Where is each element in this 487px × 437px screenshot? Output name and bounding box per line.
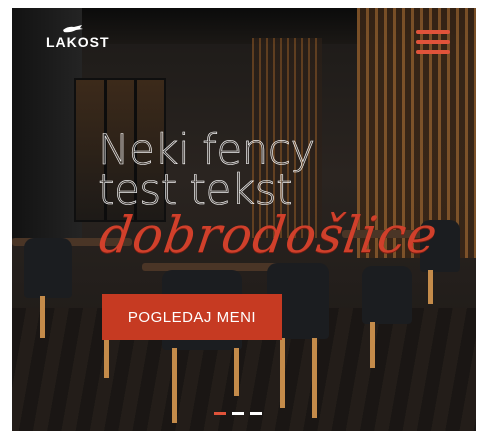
- headline-line-1: Neki fency: [98, 125, 316, 174]
- brand-name: LAKOST: [46, 34, 110, 50]
- headline-line-2: test tekst: [98, 165, 293, 214]
- chair-leg: [172, 348, 177, 423]
- chair-leg: [234, 348, 239, 396]
- chair: [24, 238, 72, 298]
- hero-script-text: dobrodošlice: [95, 206, 442, 264]
- view-menu-button[interactable]: POGLEDAJ MENI: [102, 294, 282, 340]
- slide-dot-2[interactable]: [232, 412, 244, 415]
- chair-leg: [280, 338, 285, 408]
- chair-leg: [104, 338, 109, 378]
- slide-dot-3[interactable]: [250, 412, 262, 415]
- chair-leg: [370, 322, 375, 368]
- chair: [362, 266, 412, 324]
- chair-leg: [40, 296, 45, 338]
- chair-leg: [312, 338, 317, 418]
- chair-leg: [428, 270, 433, 304]
- hero-section: LAKOST Neki fency test tekst dobrodošlic…: [12, 8, 476, 431]
- hamburger-menu-icon: [416, 30, 450, 34]
- hero-headline: Neki fency test tekst: [98, 125, 316, 214]
- brand-logo[interactable]: LAKOST: [46, 24, 116, 56]
- slide-dot-1[interactable]: [214, 412, 226, 415]
- crocodile-icon: [63, 25, 83, 33]
- slider-pagination: [214, 412, 262, 415]
- hamburger-menu-button[interactable]: [416, 30, 450, 58]
